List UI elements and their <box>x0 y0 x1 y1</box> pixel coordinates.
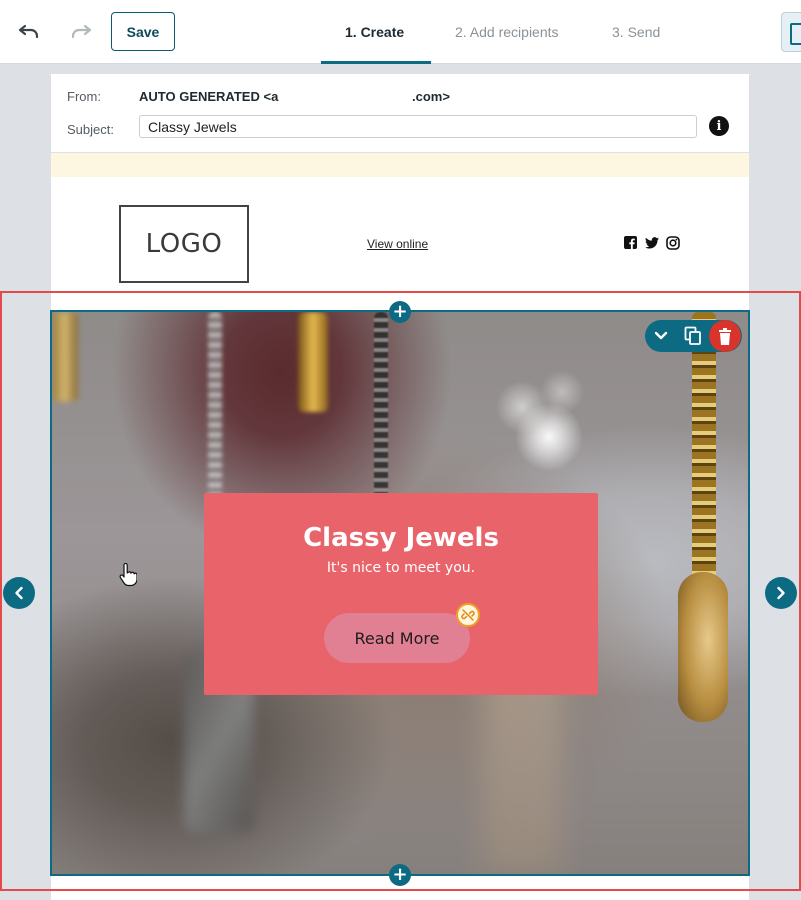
top-toolbar: Save 1. Create 2. Add recipients 3. Send <box>0 0 801 64</box>
redo-icon[interactable] <box>68 20 94 44</box>
view-online-link[interactable]: View online <box>367 237 428 251</box>
add-block-above-button[interactable]: + <box>389 301 411 323</box>
facebook-icon[interactable] <box>623 235 638 250</box>
from-value: AUTO GENERATED <a <box>139 89 279 104</box>
chevron-right-icon[interactable] <box>765 577 797 609</box>
delete-icon[interactable] <box>709 320 741 352</box>
block-toolbar <box>645 320 742 352</box>
subject-label: Subject: <box>67 122 114 137</box>
tab-send[interactable]: 3. Send <box>612 24 660 40</box>
twitter-icon[interactable] <box>644 235 659 250</box>
instagram-icon[interactable] <box>665 235 680 250</box>
add-block-below-button[interactable]: + <box>389 864 411 886</box>
subject-input[interactable] <box>139 115 697 138</box>
hand-cursor-icon <box>119 562 138 592</box>
save-button[interactable]: Save <box>111 12 175 51</box>
active-step-indicator <box>321 61 431 64</box>
tab-add-recipients[interactable]: 2. Add recipients <box>455 24 559 40</box>
preview-toggle-button[interactable] <box>781 12 801 52</box>
jewelry-chain <box>692 312 716 582</box>
unlink-icon[interactable] <box>456 603 480 627</box>
chevron-left-icon[interactable] <box>3 577 35 609</box>
read-more-button[interactable]: Read More <box>324 613 470 663</box>
info-icon[interactable]: i <box>709 116 729 136</box>
jewelry-chain <box>298 312 328 412</box>
jewelry-chain <box>52 312 78 402</box>
hero-title: Classy Jewels <box>303 523 499 553</box>
chevron-down-icon[interactable] <box>646 320 676 352</box>
from-label: From: <box>67 89 101 104</box>
duplicate-icon[interactable] <box>678 320 708 352</box>
tab-create[interactable]: 1. Create <box>345 24 404 40</box>
hero-text-card[interactable]: Classy Jewels It's nice to meet you. Rea… <box>204 493 598 695</box>
hero-subtitle: It's nice to meet you. <box>326 560 476 576</box>
from-domain: .com> <box>412 89 450 104</box>
gold-pendant <box>678 572 728 722</box>
notice-strip <box>51 153 749 177</box>
hero-image-block[interactable]: Classy Jewels It's nice to meet you. Rea… <box>50 310 750 876</box>
logo-placeholder[interactable]: LOGO <box>119 205 249 283</box>
undo-icon[interactable] <box>16 20 42 44</box>
social-icons <box>623 235 680 250</box>
